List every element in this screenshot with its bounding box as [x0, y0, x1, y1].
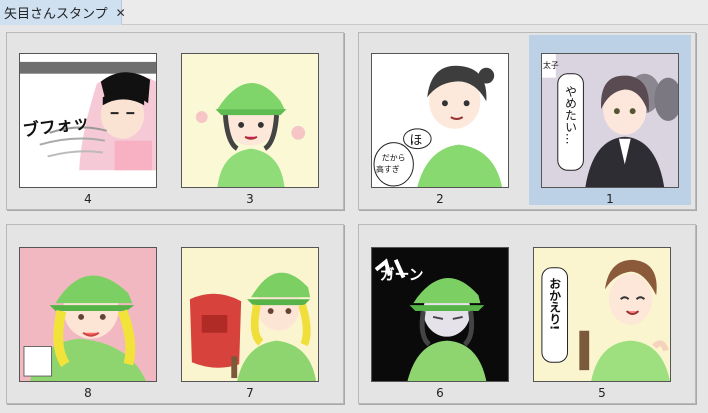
page-3-illustration — [182, 54, 318, 187]
page-6[interactable]: ガーン 6 — [359, 229, 521, 400]
page-thumbnail-7 — [181, 247, 319, 382]
document-tab-bar: 矢目さんスタンプ ✕ — [0, 0, 708, 25]
page-1-text-2: やめたい… — [564, 86, 578, 145]
page-2-text-1: ほ — [409, 134, 422, 149]
page-8[interactable]: 8 — [7, 229, 169, 400]
page-spread-6-5: ガーン 6 おかえり! 5 — [358, 224, 696, 404]
page-spread-2-1: ほ だから 高すぎ 2 太子 やめたい… 1 — [358, 32, 696, 210]
page-2-illustration: ほ だから 高すぎ — [372, 54, 508, 187]
page-thumbnail-workspace: ブフォッ 4 3 ほ だから 高すぎ 2 太子 やめたい… 1 8 7 ガーン … — [0, 26, 708, 413]
page-thumbnail-2: ほ だから 高すぎ — [371, 53, 509, 188]
page-number: 4 — [84, 192, 92, 206]
document-tab[interactable]: 矢目さんスタンプ ✕ — [0, 0, 126, 25]
close-icon[interactable]: ✕ — [116, 7, 126, 19]
page-5-text-1: おかえり! — [548, 278, 562, 331]
page-number: 8 — [84, 386, 92, 400]
page-thumbnail-1: 太子 やめたい… — [541, 53, 679, 188]
page-4-illustration: ブフォッ — [20, 54, 156, 187]
page-number: 7 — [246, 386, 254, 400]
page-3[interactable]: 3 — [169, 35, 331, 206]
page-2[interactable]: ほ だから 高すぎ 2 — [359, 35, 521, 206]
page-number: 1 — [606, 192, 614, 206]
page-thumbnail-5: おかえり! — [533, 247, 671, 382]
page-number: 6 — [436, 386, 444, 400]
page-spread-8-7: 8 7 — [6, 224, 344, 404]
page-6-sfx: ガーン — [380, 267, 424, 284]
page-2-text-3: 高すぎ — [376, 164, 400, 174]
page-1-illustration: 太子 やめたい… — [542, 54, 678, 187]
page-5-illustration: おかえり! — [534, 248, 670, 381]
page-7-illustration — [182, 248, 318, 381]
page-8-illustration — [20, 248, 156, 381]
page-5[interactable]: おかえり! 5 — [521, 229, 683, 400]
page-6-illustration: ガーン — [372, 248, 508, 381]
page-7[interactable]: 7 — [169, 229, 331, 400]
page-thumbnail-3 — [181, 53, 319, 188]
page-number: 2 — [436, 192, 444, 206]
page-thumbnail-6: ガーン — [371, 247, 509, 382]
document-tab-title: 矢目さんスタンプ — [4, 7, 108, 22]
page-thumbnail-8 — [19, 247, 157, 382]
page-thumbnail-4: ブフォッ — [19, 53, 157, 188]
page-1-text-1: 太子 — [543, 60, 559, 70]
page-number: 3 — [246, 192, 254, 206]
page-number: 5 — [598, 386, 606, 400]
page-2-text-2: だから — [382, 153, 406, 162]
page-1[interactable]: 太子 やめたい… 1 — [529, 35, 691, 206]
page-spread-4-3: ブフォッ 4 3 — [6, 32, 344, 210]
page-4[interactable]: ブフォッ 4 — [7, 35, 169, 206]
